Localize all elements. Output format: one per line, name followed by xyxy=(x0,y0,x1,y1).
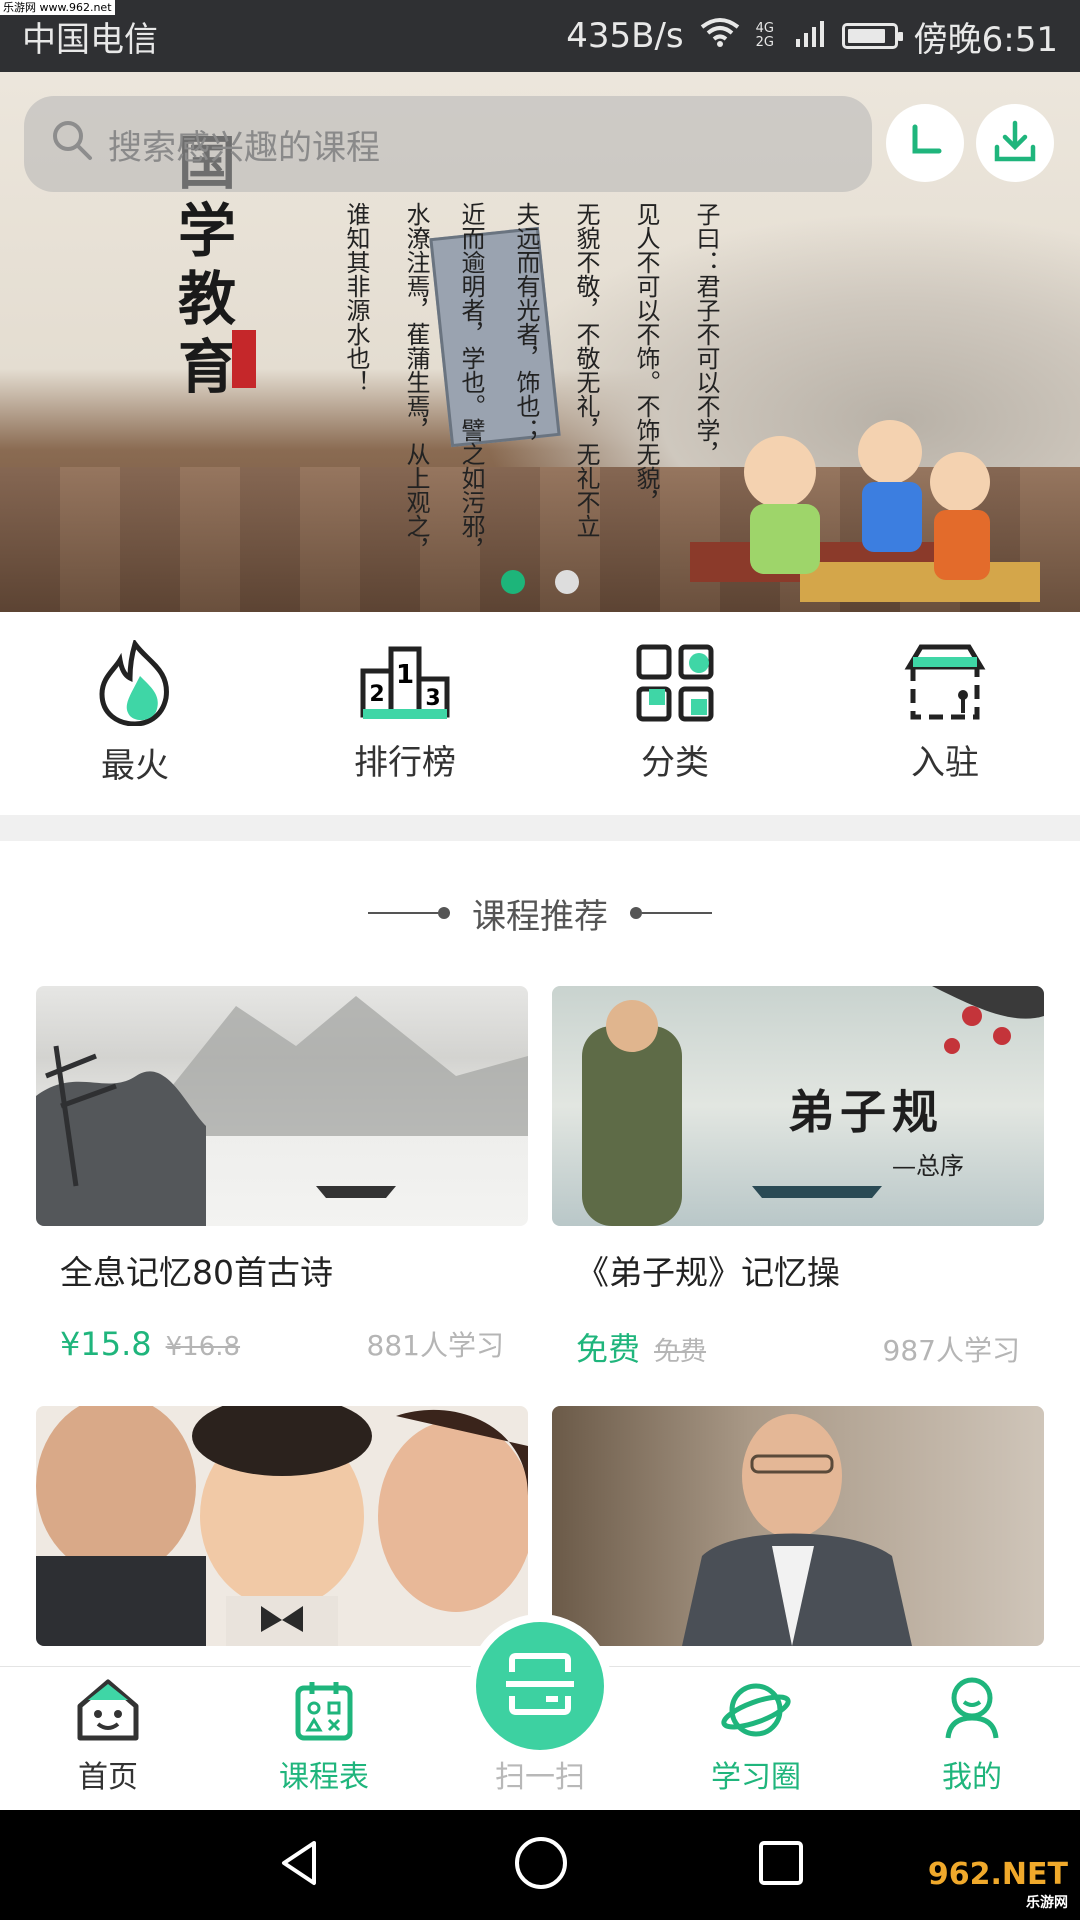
thumbnail-caption: 弟子规 xyxy=(788,1085,944,1139)
download-button[interactable] xyxy=(976,104,1054,182)
quick-nav-ranking[interactable]: 12 3 排行榜 xyxy=(270,612,540,815)
watermark-sub: 乐游网 xyxy=(1026,1895,1068,1911)
category-grid-icon xyxy=(635,643,715,727)
tab-profile[interactable]: 我的 xyxy=(864,1667,1080,1810)
tab-label: 课程表 xyxy=(279,1760,369,1795)
quick-nav-label: 分类 xyxy=(641,743,709,783)
poem-line: 夫远而有光者，饰也； xyxy=(512,202,540,442)
quick-nav-settle[interactable]: 入驻 xyxy=(810,612,1080,815)
system-nav-bar: 962.NET 乐游网 xyxy=(0,1810,1080,1920)
svg-text:2: 2 xyxy=(369,682,384,707)
poem-line: 水潦注焉，萑蒲生焉，从上观之， xyxy=(402,202,430,562)
quick-nav-label: 入驻 xyxy=(911,743,979,783)
section-header: 课程推荐 xyxy=(0,885,1080,941)
clock: 傍晚6:51 xyxy=(913,19,1058,60)
poem-line: 无貌不敬，不敬无礼，无礼不立 xyxy=(572,202,600,538)
history-button[interactable] xyxy=(886,104,964,182)
storefront-icon xyxy=(903,643,987,727)
history-corner-icon xyxy=(905,121,945,165)
battery-icon xyxy=(841,23,903,49)
course-old-price: 免费 xyxy=(654,1337,707,1367)
course-thumbnail-speaker xyxy=(552,1406,1044,1646)
status-bar: 乐游网 www.962.net 中国电信 435B/s 4G 2G 傍晚6:51 xyxy=(0,0,1080,72)
course-title: 《弟子规》记忆操 xyxy=(576,1253,840,1292)
poem-line: 谁知其非源水也！ xyxy=(342,202,370,394)
calendar-icon xyxy=(294,1678,354,1746)
search-placeholder: 搜索感兴趣的课程 xyxy=(108,127,380,168)
home-circle-icon[interactable] xyxy=(513,1835,569,1895)
fire-icon xyxy=(90,638,180,730)
recents-icon[interactable] xyxy=(756,1838,806,1892)
podium-icon: 12 3 xyxy=(359,643,451,727)
pager-dot[interactable] xyxy=(555,570,579,594)
banner-pager xyxy=(0,570,1080,594)
svg-text:1: 1 xyxy=(396,660,414,690)
site-watermark: 962.NET 乐游网 xyxy=(921,1855,1074,1914)
course-price: ¥15.8 xyxy=(60,1325,152,1363)
quick-nav-hot[interactable]: 最火 xyxy=(0,612,270,815)
network-speed: 435B/s xyxy=(566,16,684,56)
scan-button[interactable] xyxy=(468,1614,612,1758)
quick-nav-label: 最火 xyxy=(101,746,169,786)
quick-nav-category[interactable]: 分类 xyxy=(540,612,810,815)
course-price: 免费 xyxy=(576,1330,641,1368)
home-face-icon xyxy=(74,1678,142,1746)
course-title: 全息记忆80首古诗 xyxy=(60,1253,333,1292)
scan-icon xyxy=(506,1650,574,1722)
network-type: 4G 2G xyxy=(755,21,774,50)
pager-dot[interactable] xyxy=(501,570,525,594)
section-line-right xyxy=(630,907,712,919)
download-icon xyxy=(991,117,1039,169)
tab-schedule[interactable]: 课程表 xyxy=(216,1667,432,1810)
quick-nav: 最火 12 3 排行榜 分类 入驻 xyxy=(0,612,1080,815)
search-icon xyxy=(50,118,94,171)
search-bar[interactable]: 搜索感兴趣的课程 xyxy=(24,96,872,192)
tab-label: 扫一扫 xyxy=(495,1760,585,1795)
watermark-brand: 962.NET xyxy=(927,1857,1068,1892)
course-students: 987人学习 xyxy=(882,1334,1020,1367)
section-title: 课程推荐 xyxy=(472,896,608,937)
red-seal-stamp xyxy=(232,330,256,388)
wifi-icon xyxy=(700,16,740,56)
tab-home[interactable]: 首页 xyxy=(0,1667,216,1810)
section-divider xyxy=(0,815,1080,841)
poem-line: 见人不可以不饰。不饰无貌， xyxy=(632,202,660,514)
course-card[interactable]: 弟子规 —总序 《弟子规》记忆操 免费 免费 987人学习 xyxy=(552,986,1044,1370)
course-thumbnail-family xyxy=(36,1406,528,1646)
tab-label: 学习圈 xyxy=(711,1760,801,1795)
poem-line: 近而逾明者，学也。譬之如污邪， xyxy=(457,202,485,562)
course-thumbnail-landscape xyxy=(36,986,528,1226)
tab-label: 我的 xyxy=(942,1760,1002,1795)
course-thumbnail-dizigui: 弟子规 —总序 xyxy=(552,986,1044,1226)
course-old-price: ¥16.8 xyxy=(165,1332,241,1362)
carrier-name: 中国电信 xyxy=(22,19,158,60)
course-students: 881人学习 xyxy=(366,1329,504,1362)
corner-watermark: 乐游网 www.962.net xyxy=(0,0,115,15)
quick-nav-label: 排行榜 xyxy=(354,743,456,783)
back-icon[interactable] xyxy=(274,1837,326,1893)
user-icon xyxy=(942,1676,1002,1746)
course-meta: 免费 免费 987人学习 xyxy=(552,1324,1044,1370)
section-line-left xyxy=(368,907,450,919)
tab-circle[interactable]: 学习圈 xyxy=(648,1667,864,1810)
svg-text:3: 3 xyxy=(425,686,440,711)
tab-label: 首页 xyxy=(78,1760,138,1795)
planet-icon xyxy=(721,1678,791,1746)
signal-icon xyxy=(795,16,826,56)
course-card[interactable] xyxy=(552,1406,1044,1646)
scan-button-inner xyxy=(476,1622,604,1750)
course-card[interactable] xyxy=(36,1406,528,1646)
thumbnail-subcaption: —总序 xyxy=(892,1152,964,1180)
course-meta: ¥15.8 ¥16.8 881人学习 xyxy=(36,1324,528,1364)
course-card[interactable]: 全息记忆80首古诗 ¥15.8 ¥16.8 881人学习 xyxy=(36,986,528,1364)
